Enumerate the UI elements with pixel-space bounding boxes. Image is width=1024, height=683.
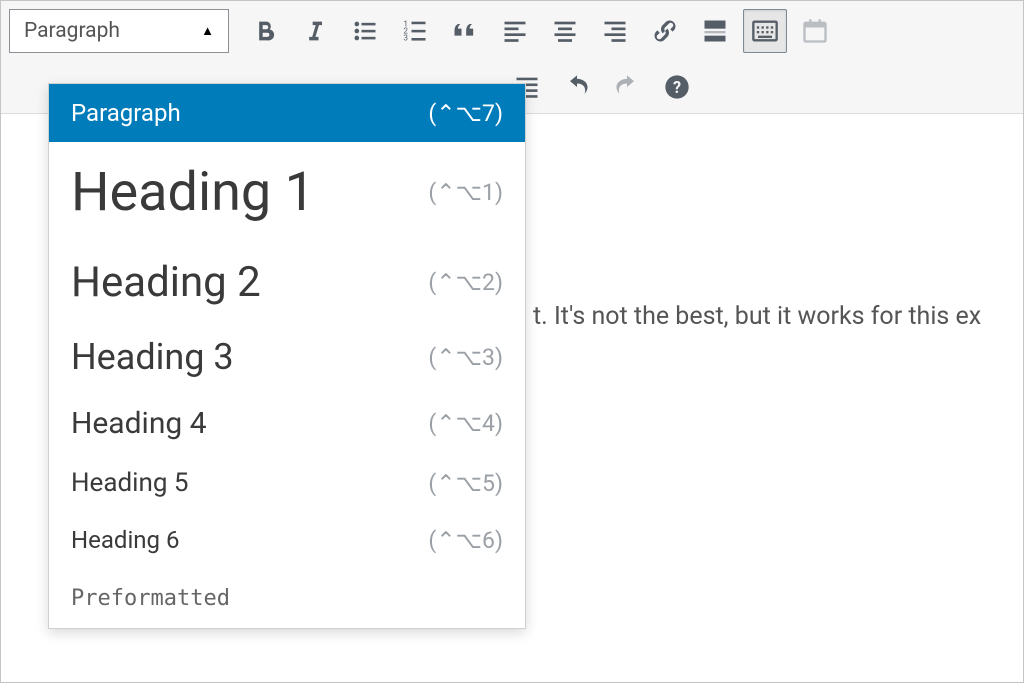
format-dropdown-button[interactable]: Paragraph ▲ bbox=[9, 9, 229, 53]
format-option-h1[interactable]: Heading 1 (⌃⌥1) bbox=[49, 142, 525, 242]
numbered-list-button[interactable]: 123 bbox=[393, 9, 437, 53]
option-shortcut: (⌃⌥6) bbox=[428, 527, 503, 554]
option-shortcut: (⌃⌥2) bbox=[428, 269, 503, 296]
calendar-icon bbox=[801, 17, 829, 45]
align-center-button[interactable] bbox=[543, 9, 587, 53]
toolbar-toggle-button[interactable] bbox=[743, 9, 787, 53]
align-left-icon bbox=[501, 17, 529, 45]
option-label: Heading 3 bbox=[71, 336, 234, 378]
format-option-paragraph[interactable]: Paragraph (⌃⌥7) bbox=[49, 84, 525, 142]
format-option-h6[interactable]: Heading 6 (⌃⌥6) bbox=[49, 512, 525, 568]
redo-button[interactable] bbox=[605, 65, 649, 109]
caret-up-icon: ▲ bbox=[201, 23, 214, 39]
undo-icon bbox=[563, 73, 591, 101]
keyboard-icon bbox=[751, 17, 779, 45]
align-center-icon bbox=[551, 17, 579, 45]
option-label: Heading 5 bbox=[71, 468, 188, 498]
numbered-list-icon: 123 bbox=[401, 17, 429, 45]
bullet-list-icon bbox=[351, 17, 379, 45]
format-option-preformatted[interactable]: Preformatted bbox=[49, 568, 525, 628]
bold-button[interactable] bbox=[243, 9, 287, 53]
align-left-button[interactable] bbox=[493, 9, 537, 53]
link-button[interactable] bbox=[643, 9, 687, 53]
italic-icon bbox=[301, 17, 329, 45]
format-option-h4[interactable]: Heading 4 (⌃⌥4) bbox=[49, 392, 525, 454]
format-option-h5[interactable]: Heading 5 (⌃⌥5) bbox=[49, 454, 525, 512]
option-label: Paragraph bbox=[71, 99, 181, 127]
blockquote-button[interactable] bbox=[443, 9, 487, 53]
option-label: Heading 4 bbox=[71, 406, 207, 441]
redo-icon bbox=[613, 73, 641, 101]
option-shortcut: (⌃⌥5) bbox=[428, 470, 503, 497]
align-right-button[interactable] bbox=[593, 9, 637, 53]
option-shortcut: (⌃⌥1) bbox=[428, 179, 503, 206]
option-shortcut: (⌃⌥7) bbox=[428, 100, 503, 127]
format-option-h3[interactable]: Heading 3 (⌃⌥3) bbox=[49, 322, 525, 392]
undo-button[interactable] bbox=[555, 65, 599, 109]
body-text-fragment: t. It's not the best, but it works for t… bbox=[533, 302, 1023, 331]
option-shortcut: (⌃⌥3) bbox=[428, 344, 503, 371]
italic-button[interactable] bbox=[293, 9, 337, 53]
read-more-icon bbox=[701, 17, 729, 45]
format-option-h2[interactable]: Heading 2 (⌃⌥2) bbox=[49, 242, 525, 322]
read-more-button[interactable] bbox=[693, 9, 737, 53]
help-icon: ? bbox=[663, 73, 691, 101]
option-label: Heading 2 bbox=[71, 258, 261, 307]
format-current-label: Paragraph bbox=[24, 19, 120, 43]
svg-text:?: ? bbox=[673, 78, 681, 97]
help-button[interactable]: ? bbox=[655, 65, 699, 109]
option-label: Heading 1 bbox=[71, 161, 315, 224]
format-dropdown-menu: Paragraph (⌃⌥7) Heading 1 (⌃⌥1) Heading … bbox=[48, 83, 526, 629]
option-label: Heading 6 bbox=[71, 526, 179, 554]
option-shortcut: (⌃⌥4) bbox=[428, 410, 503, 437]
svg-text:3: 3 bbox=[403, 32, 408, 42]
bold-icon bbox=[251, 17, 279, 45]
date-button[interactable] bbox=[793, 9, 837, 53]
option-label: Preformatted bbox=[71, 586, 230, 611]
bullet-list-button[interactable] bbox=[343, 9, 387, 53]
link-icon bbox=[651, 17, 679, 45]
quote-icon bbox=[451, 17, 479, 45]
align-right-icon bbox=[601, 17, 629, 45]
